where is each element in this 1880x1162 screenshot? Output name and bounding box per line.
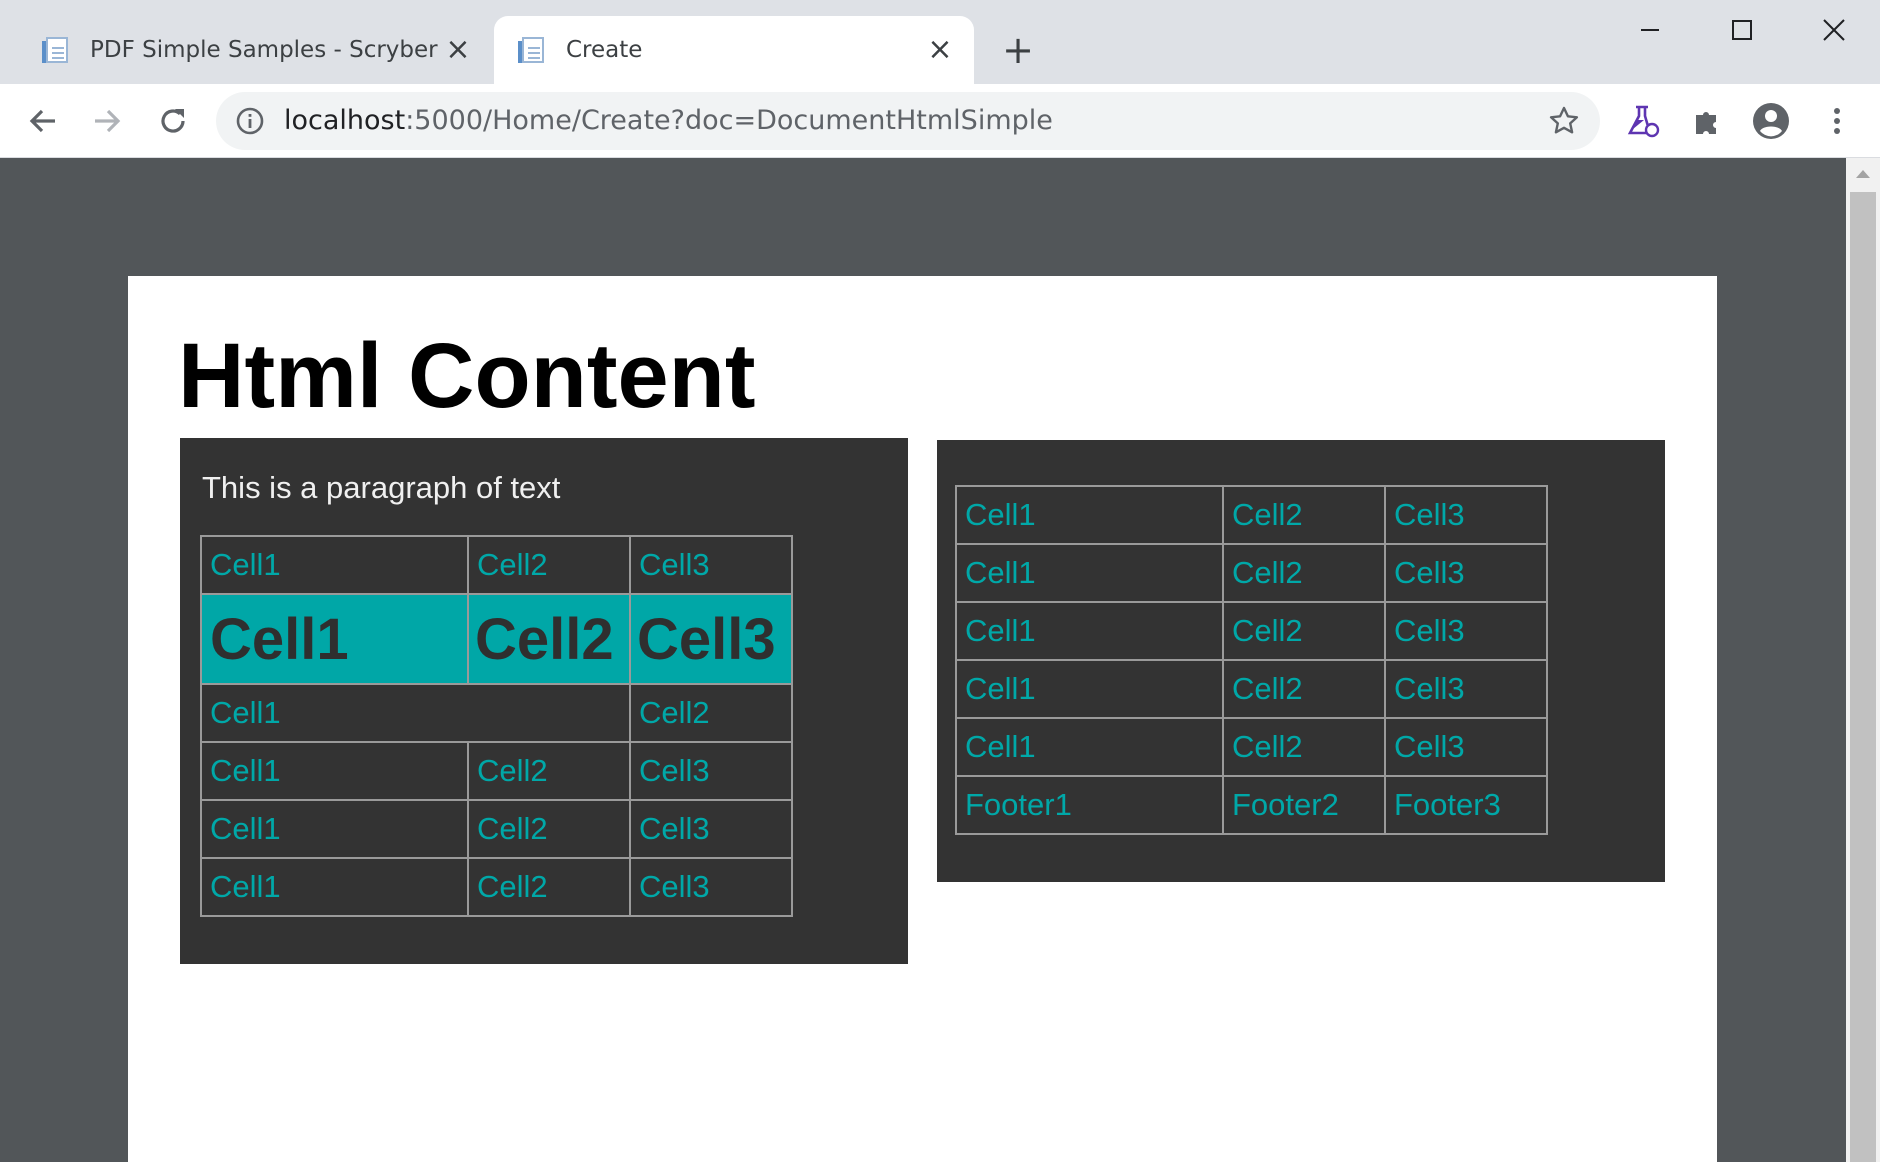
flask-icon (1627, 105, 1660, 138)
table-cell: Cell1 (200, 799, 469, 859)
star-bookmark-icon[interactable] (1548, 105, 1580, 137)
table-cell: Cell3 (629, 799, 793, 859)
table-cell: Cell2 (1222, 543, 1386, 603)
browser-toolbar: localhost:5000/Home/Create?doc=DocumentH… (0, 84, 1880, 158)
table-row: Cell1 Cell2 Cell3 (200, 857, 793, 917)
table-cell: Cell2 (467, 741, 631, 801)
paragraph-text: This is a paragraph of text (202, 470, 561, 505)
scroll-up-arrow-icon[interactable] (1846, 158, 1880, 192)
minimize-window-button[interactable] (1604, 0, 1696, 60)
table-row: Cell1 Cell2 Cell3 (955, 543, 1548, 603)
table-footer-cell: Footer2 (1222, 775, 1386, 835)
table-row: Cell1 Cell2 (200, 683, 793, 743)
document-favicon-icon (518, 35, 548, 65)
table-cell: Cell1 (955, 717, 1224, 777)
tab-pdf-simple-samples[interactable]: PDF Simple Samples - Scryber × (0, 16, 492, 84)
table-cell: Cell2 (467, 857, 631, 917)
tab-strip: PDF Simple Samples - Scryber × Create × … (0, 0, 1880, 84)
table-cell: Cell3 (629, 535, 793, 595)
spanned-table-cell: Cell1 (200, 683, 631, 743)
table-row: Cell1 Cell2 Cell3 (200, 741, 793, 801)
url-text[interactable]: localhost:5000/Home/Create?doc=DocumentH… (284, 92, 1053, 150)
table-row: Cell1 Cell2 Cell3 (200, 799, 793, 859)
close-window-button[interactable] (1788, 0, 1880, 60)
arrow-right-icon (95, 109, 121, 133)
table-cell: Cell1 (955, 543, 1224, 603)
table-cell: Cell1 (955, 601, 1224, 661)
table-cell: Cell2 (1222, 601, 1386, 661)
table-cell: Cell3 (1384, 485, 1548, 545)
scroll-thumb[interactable] (1850, 192, 1876, 1162)
table-row: Cell1 Cell2 Cell3 (955, 717, 1548, 777)
right-panel: Cell1 Cell2 Cell3 Cell1 Cell2 Cell3 Cell… (937, 440, 1665, 882)
table-cell: Cell2 (467, 535, 631, 595)
table-cell: Cell2 (629, 683, 793, 743)
tab-title: Create (566, 37, 643, 63)
account-avatar-icon (1753, 103, 1789, 139)
table-cell: Cell1 (955, 485, 1224, 545)
table-cell: Cell3 (1384, 543, 1548, 603)
page-heading: Html Content (178, 325, 756, 427)
tab-title: PDF Simple Samples - Scryber (90, 37, 438, 63)
close-tab-icon[interactable]: × (926, 35, 954, 65)
info-icon[interactable] (236, 107, 264, 135)
minimize-icon (1641, 29, 1659, 31)
table-cell: Cell1 (200, 741, 469, 801)
table-row: Cell1 Cell2 Cell3 (955, 659, 1548, 719)
profile-button[interactable] (1748, 98, 1794, 144)
extensions-button[interactable] (1684, 98, 1730, 144)
reload-icon (161, 109, 185, 133)
labs-button[interactable] (1620, 98, 1666, 144)
arrow-left-icon (29, 109, 55, 133)
table-cell: Cell2 (1222, 659, 1386, 719)
table-cell: Cell3 (629, 741, 793, 801)
table-cell: Cell1 (200, 593, 469, 685)
table-cell: Cell1 (200, 535, 469, 595)
new-tab-plus-icon[interactable]: + (998, 30, 1038, 70)
table-cell: Cell2 (1222, 485, 1386, 545)
back-button[interactable] (20, 98, 66, 144)
table-cell: Cell2 (467, 799, 631, 859)
table-cell: Cell3 (1384, 717, 1548, 777)
table-cell: Cell3 (629, 857, 793, 917)
address-bar[interactable]: localhost:5000/Home/Create?doc=DocumentH… (216, 92, 1600, 150)
pdf-page: Html Content This is a paragraph of text… (128, 276, 1717, 1162)
vertical-scrollbar[interactable] (1846, 158, 1880, 1162)
left-table: Cell1 Cell2 Cell3 Cell1 Cell2 Cell3 Cell… (200, 535, 793, 917)
table-cell: Cell3 (1384, 601, 1548, 661)
document-favicon-icon (42, 35, 72, 65)
menu-button[interactable] (1814, 98, 1860, 144)
table-cell: Cell1 (200, 857, 469, 917)
forward-button[interactable] (84, 98, 130, 144)
puzzle-icon (1696, 112, 1716, 134)
highlighted-table-row: Cell1 Cell2 Cell3 (200, 593, 793, 685)
maximize-icon (1732, 20, 1752, 40)
table-footer-row: Footer1 Footer2 Footer3 (955, 775, 1548, 835)
left-panel: This is a paragraph of text Cell1 Cell2 … (180, 438, 908, 964)
table-row: Cell1 Cell2 Cell3 (955, 601, 1548, 661)
table-cell: Cell1 (955, 659, 1224, 719)
table-row: Cell1 Cell2 Cell3 (955, 485, 1548, 545)
maximize-window-button[interactable] (1696, 0, 1788, 60)
table-cell: Cell2 (467, 593, 631, 685)
table-footer-cell: Footer3 (1384, 775, 1548, 835)
reload-button[interactable] (150, 98, 196, 144)
kebab-menu-icon (1834, 108, 1840, 134)
close-icon (1823, 19, 1845, 41)
right-table: Cell1 Cell2 Cell3 Cell1 Cell2 Cell3 Cell… (955, 485, 1548, 835)
table-footer-cell: Footer1 (955, 775, 1224, 835)
table-row: Cell1 Cell2 Cell3 (200, 535, 793, 595)
table-cell: Cell2 (1222, 717, 1386, 777)
table-cell: Cell3 (629, 593, 793, 685)
tab-create[interactable]: Create × (494, 16, 974, 84)
table-cell: Cell3 (1384, 659, 1548, 719)
close-tab-icon[interactable]: × (444, 35, 472, 65)
